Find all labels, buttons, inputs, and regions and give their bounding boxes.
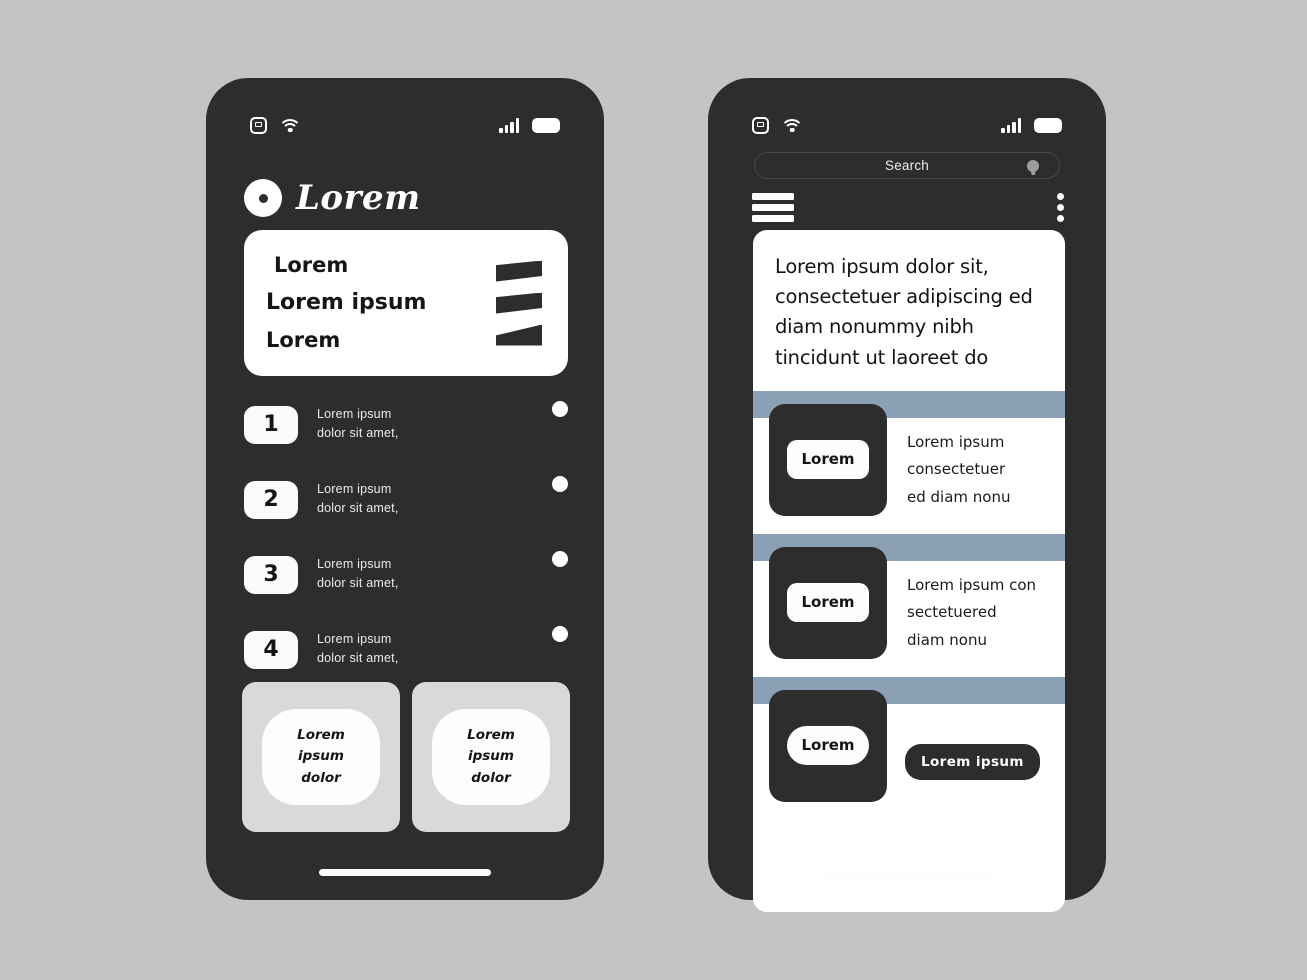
- app-logo: Lorem: [244, 178, 421, 218]
- bottom-card-inner: Lorem ipsum dolor: [262, 709, 380, 805]
- status-bar-left-icons: [752, 116, 804, 134]
- content-row-text: Lorem ipsum con sectetuered diam nonu: [907, 561, 1036, 649]
- list-item-line-2: dolor sit amet,: [317, 651, 399, 665]
- content-row[interactable]: Lorem Lorem ipsum consectetuer ed diam n…: [753, 403, 1065, 534]
- status-bar-left-icons: [250, 116, 302, 134]
- battery-icon: [1034, 117, 1062, 133]
- signal-icon: [1001, 117, 1021, 133]
- hero-line-3: Lorem: [266, 328, 341, 352]
- content-row-line-3: ed diam nonu: [907, 487, 1011, 506]
- hero-line-2: Lorem ipsum: [266, 290, 427, 315]
- list-item-number: 3: [244, 555, 298, 594]
- list-item-number: 2: [244, 480, 298, 519]
- content-row-line-2: consectetuer: [907, 460, 1006, 479]
- logo-text: Lorem: [296, 178, 421, 218]
- status-bar-right-icons: [1001, 117, 1062, 133]
- bottom-card-line-3: dolor: [301, 769, 341, 786]
- circle-dot-logo-icon: [244, 179, 282, 217]
- hero-card[interactable]: Lorem Lorem ipsum Lorem: [244, 230, 568, 376]
- content-panel: Lorem ipsum dolor sit, consectetuer adip…: [753, 230, 1065, 912]
- thumbnail-label: Lorem: [787, 440, 869, 480]
- home-indicator[interactable]: [821, 869, 993, 876]
- slant-bar-3-icon: [496, 324, 542, 346]
- content-row[interactable]: Lorem Lorem ipsum con sectetuered diam n…: [753, 546, 1065, 677]
- signal-icon: [499, 117, 519, 133]
- content-row-text: Lorem ipsum consectetuer ed diam nonu: [907, 418, 1010, 506]
- search-input-value: Search: [885, 158, 929, 173]
- list-item-line-2: dolor sit amet,: [317, 501, 399, 515]
- list-item-text: Lorem ipsum dolor sit amet,: [317, 557, 399, 591]
- content-row-line-1: Lorem ipsum con: [907, 575, 1037, 594]
- top-menu-bar: [752, 192, 1064, 222]
- status-bar-right-icons: [499, 117, 560, 133]
- hero-line-1: Lorem: [274, 253, 349, 277]
- content-row-line-3: diam nonu: [907, 630, 987, 649]
- canvas: Lorem Lorem Lorem ipsum Lorem 1 Lorem ip…: [0, 0, 1307, 980]
- content-row-thumbnail[interactable]: Lorem: [769, 546, 887, 659]
- bottom-card-line-2: ipsum: [467, 748, 514, 765]
- slant-bar-1-icon: [496, 260, 542, 282]
- bottom-card-line-1: Lorem: [467, 726, 515, 743]
- home-indicator[interactable]: [319, 869, 491, 876]
- list-item[interactable]: 3 Lorem ipsum dolor sit amet,: [244, 548, 568, 601]
- wifi-icon: [780, 118, 804, 133]
- content-row-thumbnail[interactable]: Lorem: [769, 403, 887, 516]
- list-item[interactable]: 4 Lorem ipsum dolor sit amet,: [244, 623, 568, 676]
- app-icon: [752, 116, 769, 134]
- list-item-text: Lorem ipsum dolor sit amet,: [317, 632, 399, 666]
- panel-headline-block: Lorem ipsum dolor sit, consectetuer adip…: [753, 230, 1065, 391]
- bottom-card-inner: Lorem ipsum dolor: [432, 709, 550, 805]
- content-row-line-1: Lorem ipsum: [907, 432, 1005, 451]
- list-item-line-2: dolor sit amet,: [317, 576, 399, 590]
- content-row[interactable]: Lorem Lorem ipsum: [753, 689, 1065, 820]
- numbered-list: 1 Lorem ipsum dolor sit amet, 2 Lorem ip…: [244, 398, 568, 698]
- list-item-line-1: Lorem ipsum: [317, 482, 392, 497]
- bottom-card-line-3: dolor: [471, 769, 511, 786]
- hamburger-menu-icon[interactable]: [752, 192, 794, 222]
- content-row-action-area: Lorem ipsum: [905, 704, 1040, 780]
- search-icon[interactable]: [1027, 159, 1039, 172]
- list-item-line-1: Lorem ipsum: [317, 632, 392, 647]
- panel-headline: Lorem ipsum dolor sit, consectetuer adip…: [775, 255, 1033, 369]
- wifi-icon: [278, 118, 302, 133]
- thumbnail-label: Lorem: [787, 583, 869, 623]
- list-item-line-1: Lorem ipsum: [317, 407, 392, 422]
- hero-card-lines: Lorem Lorem ipsum Lorem: [266, 255, 426, 351]
- more-options-icon[interactable]: [1057, 192, 1064, 222]
- thumbnail-label: Lorem: [787, 726, 869, 766]
- bottom-card[interactable]: Lorem ipsum dolor: [412, 682, 570, 832]
- list-item-bullet-icon[interactable]: [552, 476, 568, 492]
- bottom-card-group: Lorem ipsum dolor Lorem ipsum dolor: [242, 682, 570, 832]
- phone-device-one: Lorem Lorem Lorem ipsum Lorem 1 Lorem ip…: [206, 78, 604, 900]
- status-bar-two: [708, 112, 1106, 138]
- bottom-card[interactable]: Lorem ipsum dolor: [242, 682, 400, 832]
- list-item-bullet-icon[interactable]: [552, 551, 568, 567]
- content-row-thumbnail[interactable]: Lorem: [769, 689, 887, 802]
- battery-icon: [532, 117, 560, 133]
- list-item[interactable]: 2 Lorem ipsum dolor sit amet,: [244, 473, 568, 526]
- list-item-line-1: Lorem ipsum: [317, 557, 392, 572]
- bottom-card-line-1: Lorem: [297, 726, 345, 743]
- list-item-line-2: dolor sit amet,: [317, 426, 399, 440]
- status-bar-one: [206, 112, 604, 138]
- bottom-card-line-2: ipsum: [297, 748, 344, 765]
- content-row-cta-button[interactable]: Lorem ipsum: [905, 743, 1040, 780]
- list-item-bullet-icon[interactable]: [552, 626, 568, 642]
- list-item-number: 1: [244, 405, 298, 444]
- list-item-number: 4: [244, 630, 298, 669]
- search-input[interactable]: Search: [754, 152, 1060, 179]
- hero-decoration: [496, 260, 542, 346]
- list-item-bullet-icon[interactable]: [552, 401, 568, 417]
- list-item-text: Lorem ipsum dolor sit amet,: [317, 407, 399, 441]
- list-item-text: Lorem ipsum dolor sit amet,: [317, 482, 399, 516]
- app-icon: [250, 116, 267, 134]
- content-row-line-2: sectetuered: [907, 603, 997, 622]
- phone-device-two: Search Lorem ipsum dolor sit, consectetu…: [708, 78, 1106, 912]
- list-item[interactable]: 1 Lorem ipsum dolor sit amet,: [244, 398, 568, 451]
- slant-bar-2-icon: [496, 292, 542, 314]
